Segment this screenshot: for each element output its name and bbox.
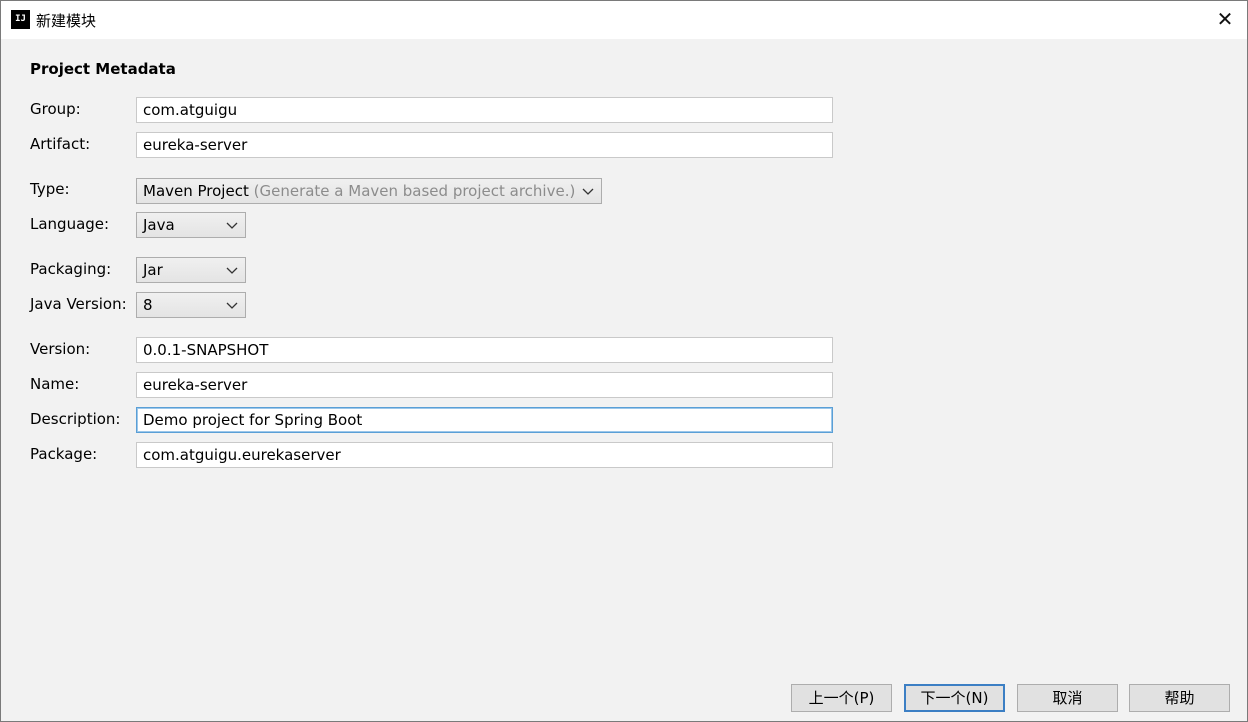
language-label: Language:	[30, 215, 110, 233]
package-label: Package:	[30, 445, 98, 463]
next-button[interactable]: 下一个(N)	[904, 684, 1005, 712]
chevron-down-icon	[226, 222, 238, 229]
java-version-label: Java Version:	[30, 295, 127, 313]
cancel-button[interactable]: 取消	[1017, 684, 1118, 712]
intellij-idea-icon: IJ	[8, 7, 33, 32]
name-label: Name:	[30, 375, 80, 393]
type-hint: (Generate a Maven based project archive.…	[253, 182, 576, 200]
java-version-dropdown[interactable]: 8	[136, 292, 246, 318]
java-version-value: 8	[143, 296, 153, 314]
language-dropdown[interactable]: Java	[136, 212, 246, 238]
package-input[interactable]	[136, 442, 833, 468]
type-label: Type:	[30, 180, 70, 198]
description-input[interactable]	[136, 407, 833, 433]
group-label: Group:	[30, 100, 81, 118]
new-module-dialog: IJ 新建模块 ✕ Project Metadata Group: Artifa…	[0, 0, 1248, 722]
window-title: 新建模块	[36, 12, 97, 30]
language-value: Java	[143, 216, 175, 234]
version-label: Version:	[30, 340, 91, 358]
description-label: Description:	[30, 410, 121, 428]
title-bar: IJ 新建模块 ✕	[1, 1, 1247, 39]
chevron-down-icon	[582, 188, 594, 195]
help-button[interactable]: 帮助	[1129, 684, 1230, 712]
chevron-down-icon	[226, 302, 238, 309]
type-dropdown[interactable]: Maven Project (Generate a Maven based pr…	[136, 178, 602, 204]
artifact-label: Artifact:	[30, 135, 91, 153]
chevron-down-icon	[226, 267, 238, 274]
type-value: Maven Project	[143, 182, 249, 200]
previous-button[interactable]: 上一个(P)	[791, 684, 892, 712]
name-input[interactable]	[136, 372, 833, 398]
packaging-value: Jar	[143, 261, 163, 279]
packaging-label: Packaging:	[30, 260, 112, 278]
packaging-dropdown[interactable]: Jar	[136, 257, 246, 283]
artifact-input[interactable]	[136, 132, 833, 158]
section-title: Project Metadata	[30, 60, 176, 78]
version-input[interactable]	[136, 337, 833, 363]
close-icon[interactable]: ✕	[1215, 9, 1235, 29]
group-input[interactable]	[136, 97, 833, 123]
